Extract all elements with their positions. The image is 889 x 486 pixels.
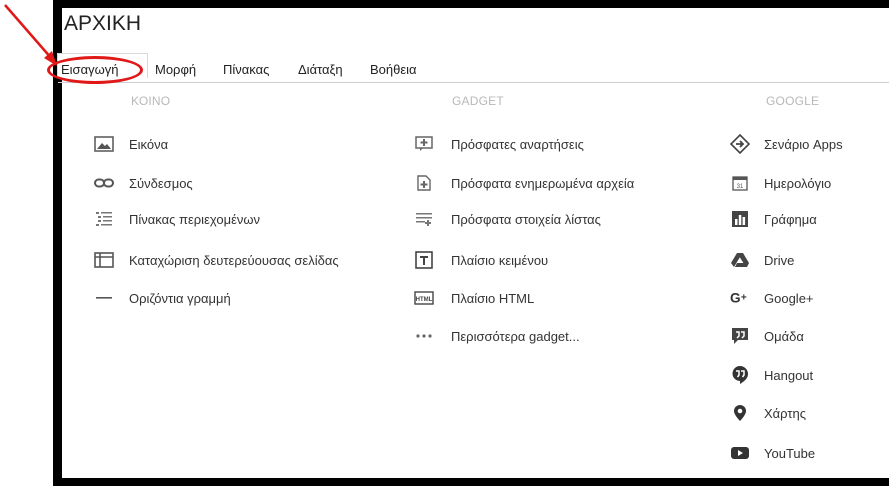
recent-list-items-label: Πρόσφατα στοιχεία λίστας [451, 211, 601, 227]
insert-recent-posts[interactable]: Πρόσφατες αναρτήσεις [414, 133, 584, 155]
column-header-gadget: GADGET [452, 94, 504, 108]
map-label: Χάρτης [764, 405, 807, 421]
subpage-listing-icon [94, 251, 114, 269]
calendar-icon: 31 [730, 174, 750, 192]
menu-format[interactable]: Μορφή [155, 62, 196, 77]
insert-table-of-contents[interactable]: Πίνακας περιεχομένων [94, 208, 260, 230]
menu-table[interactable]: Πίνακας [223, 62, 269, 77]
chart-label: Γράφημα [764, 211, 817, 227]
text-box-icon [414, 251, 434, 269]
insert-google-plus[interactable]: G + Google+ [730, 287, 814, 309]
google-plus-label: Google+ [764, 290, 814, 306]
hangout-label: Hangout [764, 367, 814, 383]
menu-layout[interactable]: Διάταξη [298, 62, 343, 77]
svg-text:HTML: HTML [416, 297, 433, 303]
insert-hr-label: Οριζόντια γραμμή [129, 290, 231, 306]
recent-files-label: Πρόσφατα ενημερωμένα αρχεία [451, 175, 635, 191]
html-box-label: Πλαίσιο HTML [451, 290, 535, 306]
map-pin-icon [730, 404, 750, 422]
insert-recent-files[interactable]: Πρόσφατα ενημερωμένα αρχεία [414, 172, 634, 194]
drive-label: Drive [764, 252, 795, 268]
youtube-icon [730, 444, 750, 462]
page-title: ΑΡΧΙΚΗ [64, 12, 142, 35]
insert-link-label: Σύνδεσμος [129, 175, 193, 191]
svg-text:31: 31 [737, 184, 744, 190]
insert-more-gadgets[interactable]: Περισσότερα gadget... [414, 325, 580, 347]
image-icon [94, 135, 114, 153]
recent-posts-icon [414, 135, 434, 153]
insert-hangout[interactable]: Hangout [730, 364, 813, 386]
insert-recent-list-items[interactable]: Πρόσφατα στοιχεία λίστας [414, 208, 601, 230]
more-dots-icon [414, 327, 434, 345]
link-icon [94, 174, 114, 192]
drive-icon [730, 251, 750, 269]
group-icon [730, 327, 750, 345]
recent-files-icon [414, 174, 434, 192]
horizontal-line-icon [94, 289, 114, 307]
more-gadgets-label: Περισσότερα gadget... [451, 328, 580, 344]
insert-html-box[interactable]: HTML Πλαίσιο HTML [414, 287, 534, 309]
google-plus-icon: G + [730, 289, 750, 307]
menu-insert[interactable]: Εισαγωγή [61, 62, 118, 77]
insert-drive[interactable]: Drive [730, 249, 794, 271]
hangout-icon [730, 366, 750, 384]
insert-text-box[interactable]: Πλαίσιο κειμένου [414, 249, 548, 271]
insert-image-label: Εικόνα [129, 136, 169, 152]
insert-calendar[interactable]: 31 Ημερολόγιο [730, 172, 831, 194]
column-header-common: ΚΟΙΝΟ [131, 94, 171, 108]
text-box-label: Πλαίσιο κειμένου [451, 252, 549, 268]
calendar-label: Ημερολόγιο [764, 175, 832, 191]
insert-group[interactable]: Ομάδα [730, 325, 804, 347]
insert-apps-script[interactable]: Σενάριο Apps [730, 133, 843, 155]
column-header-google: GOOGLE [766, 94, 820, 108]
recent-list-items-icon [414, 210, 434, 228]
apps-script-icon [730, 134, 750, 154]
table-of-contents-icon [94, 210, 114, 228]
recent-posts-label: Πρόσφατες αναρτήσεις [451, 136, 584, 152]
menu-help[interactable]: Βοήθεια [370, 62, 417, 77]
insert-subpage-listing[interactable]: Καταχώριση δευτερεύουσας σελίδας [94, 249, 339, 271]
html-box-icon: HTML [414, 289, 434, 307]
insert-youtube[interactable]: YouTube [730, 442, 815, 464]
insert-link[interactable]: Σύνδεσμος [94, 172, 193, 194]
svg-text:+: + [741, 293, 747, 304]
group-label: Ομάδα [764, 328, 804, 344]
insert-image[interactable]: Εικόνα [94, 133, 168, 155]
youtube-label: YouTube [764, 445, 816, 461]
apps-script-label: Σενάριο Apps [764, 136, 843, 152]
insert-toc-label: Πίνακας περιεχομένων [129, 211, 261, 227]
chart-icon [730, 210, 750, 228]
insert-subpage-label: Καταχώριση δευτερεύουσας σελίδας [129, 252, 339, 268]
svg-text:G: G [730, 291, 741, 306]
insert-horizontal-line[interactable]: Οριζόντια γραμμή [94, 287, 231, 309]
insert-chart[interactable]: Γράφημα [730, 208, 817, 230]
insert-map[interactable]: Χάρτης [730, 402, 806, 424]
